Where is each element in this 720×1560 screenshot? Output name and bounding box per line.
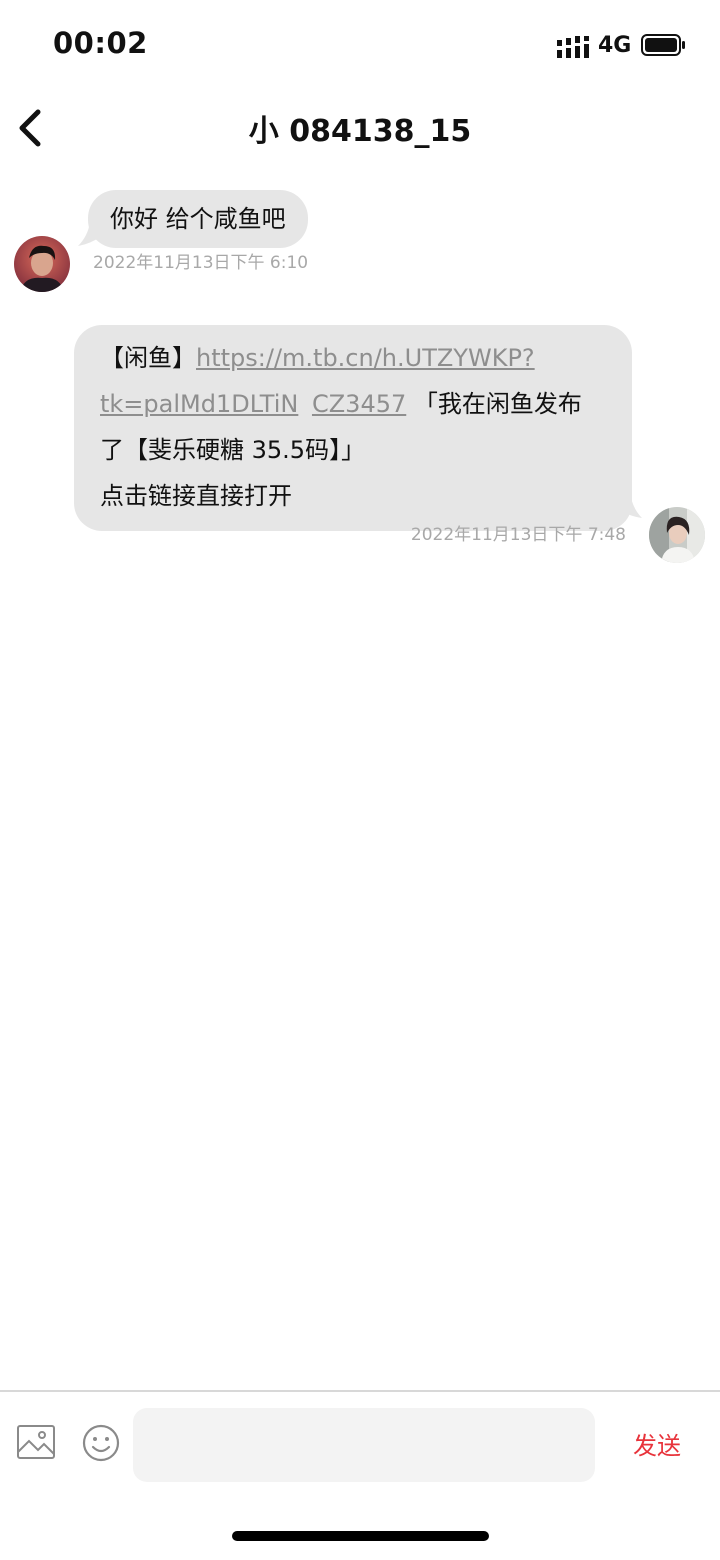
message-link-token[interactable]: tk=palMd1DLTiN <box>100 390 298 418</box>
message-timestamp: 2022年11月13日下午 6:10 <box>93 253 309 273</box>
status-time: 00:02 <box>53 26 148 60</box>
emoji-icon <box>82 1424 120 1462</box>
image-picker-button[interactable] <box>16 1422 56 1462</box>
message-bubble[interactable]: 【闲鱼】https://m.tb.cn/h.UTZYWKP? tk=palMd1… <box>74 325 632 531</box>
avatar-image <box>14 236 70 292</box>
status-bar: 00:02 4G <box>0 0 720 92</box>
message-link[interactable]: https://m.tb.cn/h.UTZYWKP? <box>196 344 535 372</box>
contact-avatar[interactable] <box>14 236 70 292</box>
battery-icon <box>641 34 685 56</box>
message-link-code[interactable]: CZ3457 <box>312 390 406 418</box>
image-icon <box>17 1425 55 1459</box>
home-indicator[interactable] <box>232 1531 489 1541</box>
message-prefix: 【闲鱼】 <box>100 344 196 372</box>
send-button[interactable]: 发送 <box>617 1426 697 1466</box>
avatar-image <box>649 507 705 563</box>
message-input[interactable] <box>133 1408 595 1482</box>
my-avatar[interactable] <box>649 507 705 563</box>
emoji-button[interactable] <box>81 1423 121 1463</box>
message-text: 「我在闲鱼发布 <box>406 390 582 418</box>
nav-bar: 小 084138_15 <box>0 92 720 164</box>
message-bubble[interactable]: 你好 给个咸鱼吧 <box>88 190 308 248</box>
message-list: 你好 给个咸鱼吧 2022年11月13日下午 6:10 【闲鱼】https://… <box>0 164 720 1390</box>
message-timestamp: 2022年11月13日下午 7:48 <box>410 525 626 545</box>
network-type: 4G <box>598 33 632 58</box>
message-text: 了【斐乐硬糖 35.5码】」 <box>100 436 366 464</box>
message-text: 点击链接直接打开 <box>100 482 292 510</box>
page-title: 小 084138_15 <box>248 114 472 149</box>
signal-icon <box>557 36 589 58</box>
